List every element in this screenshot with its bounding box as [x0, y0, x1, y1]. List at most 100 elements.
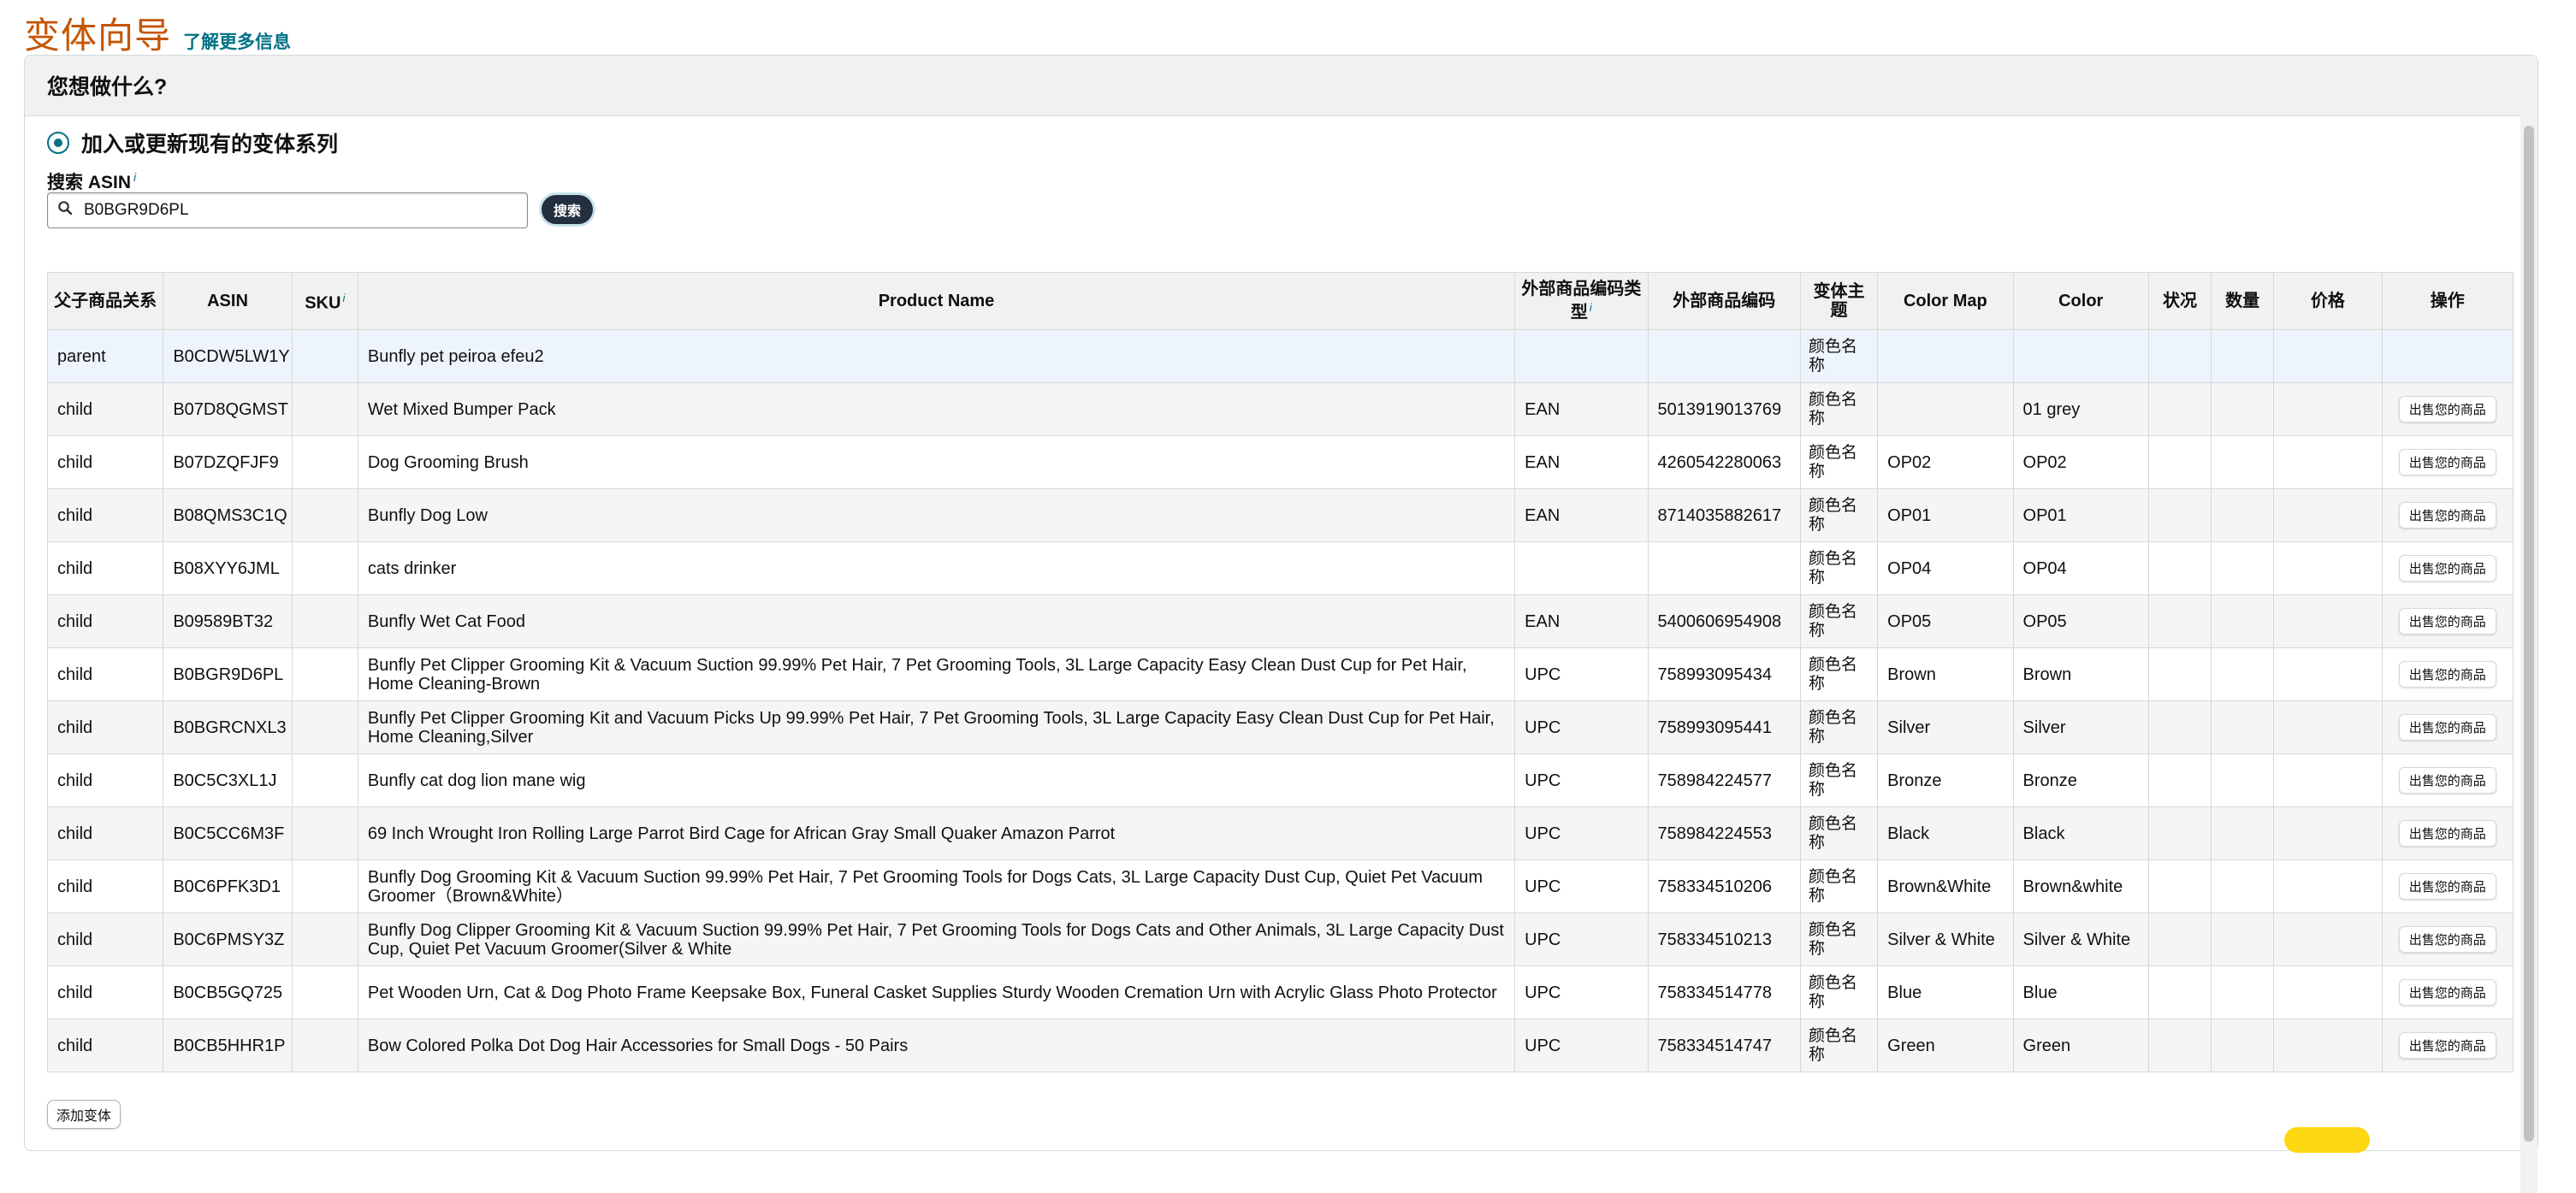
search-asin-box[interactable]	[47, 192, 528, 228]
col-asin[interactable]: ASIN	[163, 272, 293, 330]
cell-sku[interactable]	[291, 647, 358, 701]
col-sku[interactable]: SKU i	[291, 272, 358, 330]
cell-color: Silver & White	[2012, 912, 2149, 966]
cell-color: 01 grey	[2012, 382, 2149, 436]
cell-quantity[interactable]	[2211, 435, 2275, 489]
info-icon[interactable]: i	[342, 292, 345, 304]
cell-condition[interactable]	[2147, 329, 2212, 383]
cell-quantity[interactable]	[2211, 382, 2275, 436]
cell-sku[interactable]	[291, 753, 358, 807]
sell-your-product-button[interactable]: 出售您的商品	[2398, 449, 2496, 475]
sell-your-product-button[interactable]: 出售您的商品	[2398, 926, 2496, 953]
cell-quantity[interactable]	[2211, 1019, 2275, 1072]
cell-quantity[interactable]	[2211, 329, 2275, 383]
cell-sku[interactable]	[291, 594, 358, 648]
cell-condition[interactable]	[2147, 488, 2212, 542]
cell-price[interactable]	[2273, 912, 2383, 966]
sell-your-product-button[interactable]: 出售您的商品	[2398, 608, 2496, 635]
sell-your-product-button[interactable]: 出售您的商品	[2398, 555, 2496, 582]
cell-condition[interactable]	[2147, 541, 2212, 595]
cell-sku[interactable]	[291, 859, 358, 913]
cell-sku[interactable]	[291, 435, 358, 489]
cell-quantity[interactable]	[2211, 966, 2275, 1019]
search-button[interactable]: 搜索	[542, 195, 593, 224]
col-condition[interactable]: 状况	[2147, 272, 2212, 330]
col-external-id-type[interactable]: 外部商品编码类型 i	[1514, 272, 1649, 330]
cell-price[interactable]	[2273, 594, 2383, 648]
cell-price[interactable]	[2273, 753, 2383, 807]
info-icon[interactable]: i	[1590, 301, 1592, 314]
cell-condition[interactable]	[2147, 806, 2212, 860]
col-variation-theme[interactable]: 变体主题	[1799, 272, 1879, 330]
sell-your-product-button[interactable]: 出售您的商品	[2398, 396, 2496, 422]
col-external-id[interactable]: 外部商品编码	[1647, 272, 1801, 330]
cell-condition[interactable]	[2147, 1019, 2212, 1072]
sell-your-product-button[interactable]: 出售您的商品	[2398, 873, 2496, 900]
cell-color	[2012, 329, 2149, 383]
col-product-name[interactable]: Product Name	[357, 272, 1516, 330]
sell-your-product-button[interactable]: 出售您的商品	[2398, 502, 2496, 529]
cell-external-id	[1647, 329, 1801, 383]
cell-condition[interactable]	[2147, 753, 2212, 807]
cell-color: Silver	[2012, 700, 2149, 754]
cell-price[interactable]	[2273, 647, 2383, 701]
col-price[interactable]: 价格	[2273, 272, 2383, 330]
cell-sku[interactable]	[291, 806, 358, 860]
sell-your-product-button[interactable]: 出售您的商品	[2398, 1032, 2496, 1059]
add-update-family-option[interactable]: 加入或更新现有的变体系列	[47, 127, 338, 158]
sell-your-product-button[interactable]: 出售您的商品	[2398, 714, 2496, 741]
cell-quantity[interactable]	[2211, 700, 2275, 754]
cell-quantity[interactable]	[2211, 806, 2275, 860]
col-color[interactable]: Color	[2012, 272, 2149, 330]
scrollbar-thumb[interactable]	[2524, 126, 2534, 1142]
col-quantity[interactable]: 数量	[2211, 272, 2275, 330]
cell-price[interactable]	[2273, 859, 2383, 913]
cell-condition[interactable]	[2147, 912, 2212, 966]
cell-quantity[interactable]	[2211, 647, 2275, 701]
cell-condition[interactable]	[2147, 435, 2212, 489]
cell-quantity[interactable]	[2211, 541, 2275, 595]
cell-price[interactable]	[2273, 806, 2383, 860]
info-icon[interactable]: i	[133, 170, 136, 184]
cell-quantity[interactable]	[2211, 488, 2275, 542]
cell-sku[interactable]	[291, 912, 358, 966]
cell-price[interactable]	[2273, 435, 2383, 489]
cell-condition[interactable]	[2147, 700, 2212, 754]
cell-sku[interactable]	[291, 700, 358, 754]
col-color-map[interactable]: Color Map	[1877, 272, 2014, 330]
sell-your-product-button[interactable]: 出售您的商品	[2398, 820, 2496, 847]
sell-your-product-button[interactable]: 出售您的商品	[2398, 661, 2496, 688]
cell-condition[interactable]	[2147, 647, 2212, 701]
cell-sku[interactable]	[291, 1019, 358, 1072]
cell-price[interactable]	[2273, 329, 2383, 383]
cell-price[interactable]	[2273, 700, 2383, 754]
cell-price[interactable]	[2273, 1019, 2383, 1072]
cell-product-name: Bunfly pet peiroa efeu2	[357, 329, 1516, 383]
cell-quantity[interactable]	[2211, 753, 2275, 807]
primary-action-button[interactable]	[2284, 1127, 2370, 1153]
cell-price[interactable]	[2273, 966, 2383, 1019]
cell-price[interactable]	[2273, 382, 2383, 436]
cell-condition[interactable]	[2147, 594, 2212, 648]
cell-condition[interactable]	[2147, 859, 2212, 913]
cell-sku[interactable]	[291, 488, 358, 542]
cell-price[interactable]	[2273, 488, 2383, 542]
search-asin-input[interactable]	[82, 200, 513, 221]
cell-quantity[interactable]	[2211, 594, 2275, 648]
cell-price[interactable]	[2273, 541, 2383, 595]
sell-your-product-button[interactable]: 出售您的商品	[2398, 979, 2496, 1006]
cell-condition[interactable]	[2147, 966, 2212, 1019]
cell-quantity[interactable]	[2211, 912, 2275, 966]
vertical-scrollbar[interactable]	[2520, 115, 2538, 1193]
cell-sku[interactable]	[291, 541, 358, 595]
sell-your-product-button[interactable]: 出售您的商品	[2398, 767, 2496, 794]
cell-sku[interactable]	[291, 329, 358, 383]
cell-sku[interactable]	[291, 382, 358, 436]
learn-more-link[interactable]: 了解更多信息	[183, 28, 291, 54]
cell-sku[interactable]	[291, 966, 358, 1019]
add-variation-button[interactable]: 添加变体	[47, 1100, 121, 1129]
cell-quantity[interactable]	[2211, 859, 2275, 913]
cell-condition[interactable]	[2147, 382, 2212, 436]
radio-selected[interactable]	[47, 132, 69, 154]
col-relationship[interactable]: 父子商品关系	[46, 272, 164, 330]
